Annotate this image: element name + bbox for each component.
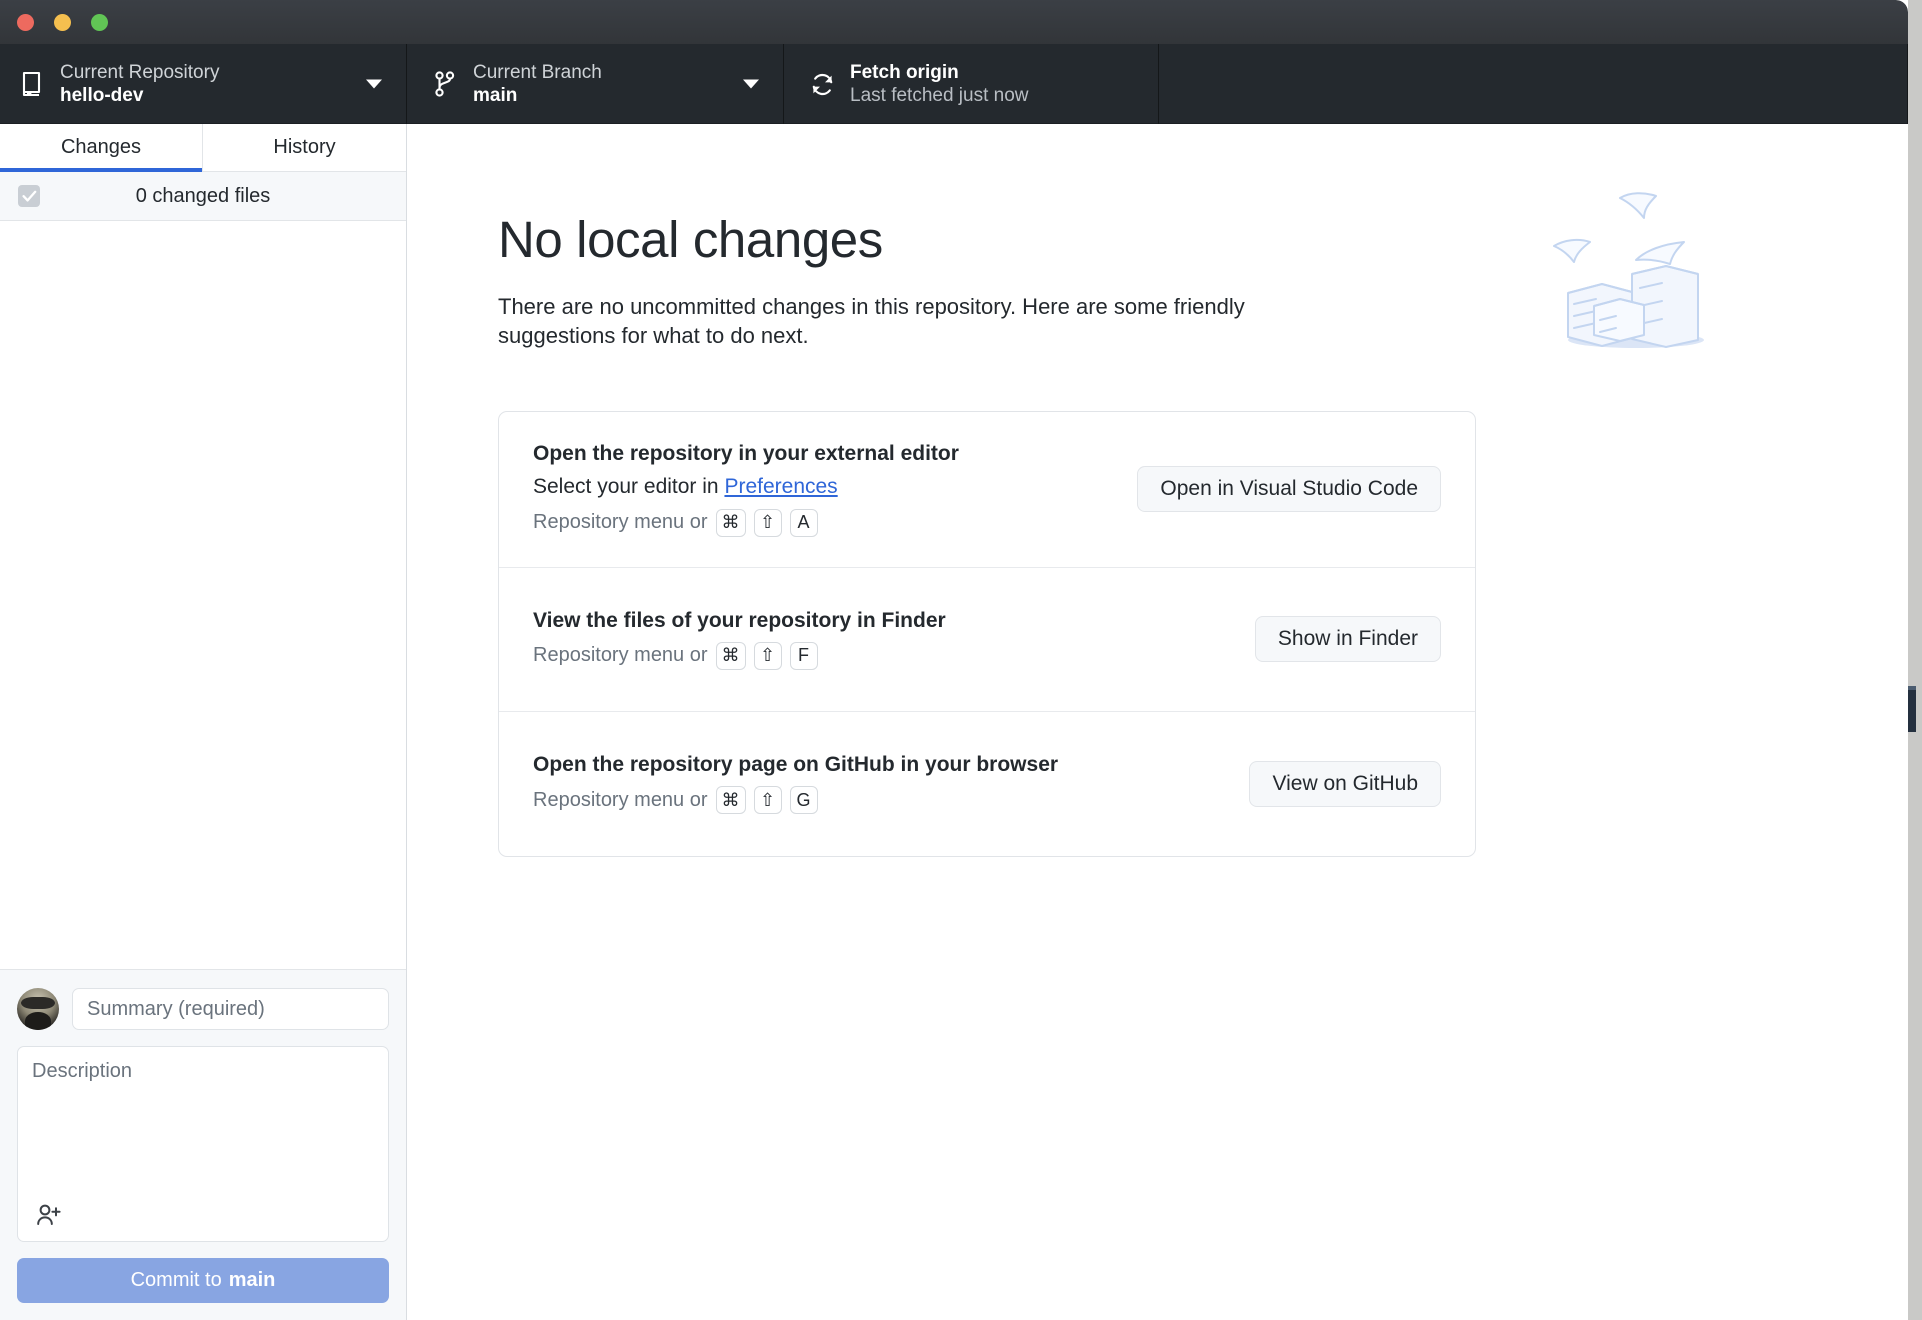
suggestion-title: View the files of your repository in Fin… [533,609,1229,633]
commit-button-branch: main [229,1269,276,1292]
branch-icon [431,69,459,99]
maximize-button[interactable] [91,14,108,31]
commit-summary-input[interactable] [72,988,389,1030]
shortcut-hint-prefix: Repository menu or [533,644,708,667]
boxes-and-papers-illustration [1528,180,1738,355]
avatar [17,988,59,1030]
suggestion-action: Open in Visual Studio Code [1137,466,1441,512]
summary-row [17,988,389,1030]
changed-files-count: 0 changed files [0,185,406,208]
key-shift-icon: ⇧ [754,509,782,537]
view-on-github-button[interactable]: View on GitHub [1249,761,1441,807]
window-controls [17,14,108,31]
tab-changes[interactable]: Changes [0,124,203,171]
key-command-icon: ⌘ [716,642,746,670]
background-window-strip [1908,0,1922,1320]
suggestion-action: View on GitHub [1249,761,1441,807]
suggestion-title: Open the repository in your external edi… [533,442,1111,466]
suggestion-shortcut-hint: Repository menu or ⌘ ⇧ G [533,786,1223,814]
sidebar: Changes History 0 changed files [0,124,407,1320]
add-coauthor-button[interactable] [32,1201,66,1231]
current-branch-button[interactable]: Current Branch main [407,44,784,124]
suggestion-text: Open the repository page on GitHub in yo… [533,753,1223,814]
titlebar [0,0,1908,44]
tab-history[interactable]: History [203,124,406,171]
key-letter: F [790,642,818,670]
app-root: Current Repository hello-dev Curr [0,0,1922,1320]
suggestion-row-finder: View the files of your repository in Fin… [499,568,1475,712]
suggestions-card: Open the repository in your external edi… [498,411,1476,857]
sync-icon [808,69,836,99]
page-description: There are no uncommitted changes in this… [498,292,1338,351]
tab-changes-label: Changes [61,136,141,159]
github-desktop-window: Current Repository hello-dev Curr [0,0,1908,1320]
current-repository-button[interactable]: Current Repository hello-dev [0,44,407,124]
key-command-icon: ⌘ [716,509,746,537]
suggestion-shortcut-hint: Repository menu or ⌘ ⇧ A [533,509,1111,537]
repository-icon [18,69,46,99]
suggestion-subtitle-prefix: Select your editor in [533,475,719,498]
key-command-icon: ⌘ [716,786,746,814]
suggestion-text: Open the repository in your external edi… [533,442,1111,537]
close-button[interactable] [17,14,34,31]
key-shift-icon: ⇧ [754,642,782,670]
suggestion-title: Open the repository page on GitHub in yo… [533,753,1223,777]
minimize-button[interactable] [54,14,71,31]
tab-history-label: History [273,136,335,159]
repository-label: Current Repository [60,61,219,84]
add-person-icon [36,1203,62,1230]
commit-button[interactable]: Commit to main [17,1258,389,1303]
show-in-finder-button[interactable]: Show in Finder [1255,616,1441,662]
key-letter: G [790,786,818,814]
chevron-down-icon [743,80,759,89]
fetch-origin-button[interactable]: Fetch origin Last fetched just now [784,44,1159,124]
open-in-external-editor-button[interactable]: Open in Visual Studio Code [1137,466,1441,512]
shortcut-hint-prefix: Repository menu or [533,789,708,812]
fetch-title: Fetch origin [850,61,1029,84]
branch-label: Current Branch [473,61,602,84]
suggestion-row-editor: Open the repository in your external edi… [499,412,1475,568]
branch-name: main [473,84,602,107]
suggestion-shortcut-hint: Repository menu or ⌘ ⇧ F [533,642,1229,670]
shortcut-hint-prefix: Repository menu or [533,511,708,534]
suggestion-subtitle: Select your editor in Preferences [533,475,1111,499]
commit-description-input[interactable] [18,1047,388,1207]
suggestion-text: View the files of your repository in Fin… [533,609,1229,670]
toolbar-empty-area [1159,44,1908,124]
commit-form: Commit to main [0,969,406,1320]
select-all-checkbox[interactable] [18,185,40,207]
suggestion-action: Show in Finder [1255,616,1441,662]
no-changes-hero: No local changes There are no uncommitte… [498,210,1818,351]
background-window-panel [1908,690,1916,732]
commit-description-box [17,1046,389,1242]
key-letter: A [790,509,818,537]
changed-files-header: 0 changed files [0,172,406,221]
changed-files-list [0,221,406,883]
sidebar-tabs: Changes History [0,124,406,172]
toolbar: Current Repository hello-dev Curr [0,44,1908,124]
commit-button-prefix: Commit to [131,1269,222,1292]
suggestion-row-github: Open the repository page on GitHub in yo… [499,712,1475,856]
repository-name: hello-dev [60,84,219,107]
key-shift-icon: ⇧ [754,786,782,814]
preferences-link[interactable]: Preferences [724,475,837,498]
main-panel: No local changes There are no uncommitte… [408,124,1908,1320]
fetch-subtitle: Last fetched just now [850,84,1029,107]
chevron-down-icon [366,80,382,89]
